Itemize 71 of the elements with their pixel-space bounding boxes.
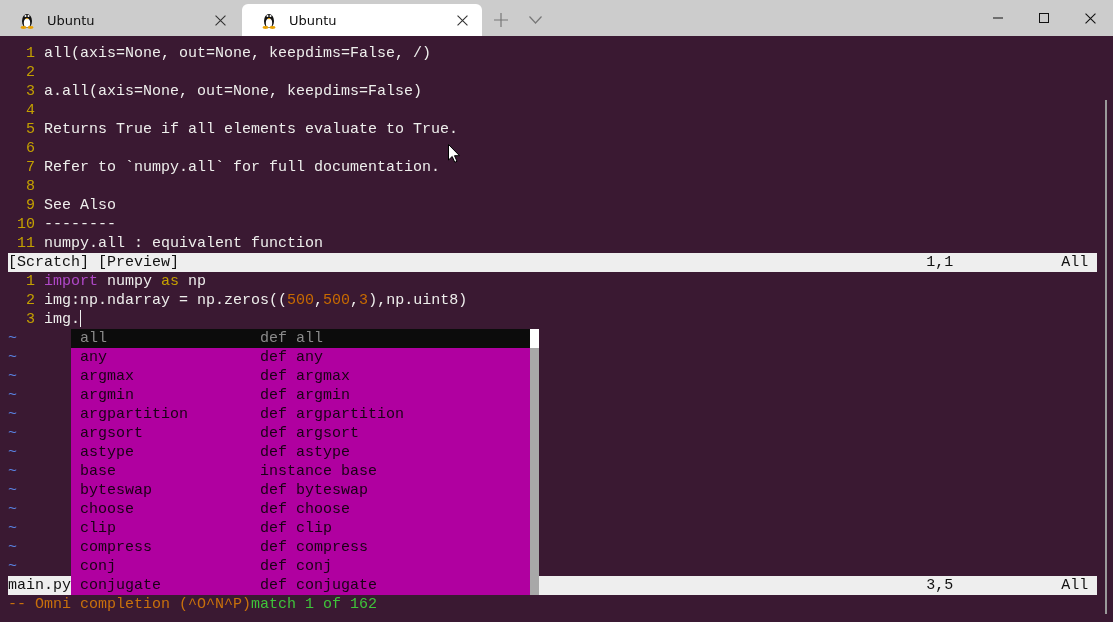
line-number: 4 bbox=[25, 101, 35, 120]
scroll-position: All bbox=[1061, 253, 1089, 272]
completion-item[interactable]: any def any bbox=[71, 348, 531, 367]
empty-line-marker: ~ bbox=[8, 557, 17, 576]
mouse-pointer-icon bbox=[448, 144, 460, 163]
terminal-tab[interactable]: Ubuntu bbox=[0, 4, 240, 36]
code-line: a.all(axis=None, out=None, keepdims=False) bbox=[44, 82, 423, 101]
empty-line-marker: ~ bbox=[8, 348, 17, 367]
line-number: 6 bbox=[25, 139, 35, 158]
maximize-icon[interactable] bbox=[1039, 13, 1049, 23]
code-line: See Also bbox=[44, 196, 116, 215]
code-line: import numpy as np bbox=[44, 272, 207, 291]
completion-item[interactable]: argmin def argmin bbox=[71, 386, 531, 405]
code-line: img. bbox=[44, 310, 80, 329]
line-number: 2 bbox=[25, 63, 35, 82]
code-line: -------- bbox=[44, 215, 116, 234]
popup-scrollbar[interactable] bbox=[530, 329, 540, 595]
empty-line-marker: ~ bbox=[8, 386, 17, 405]
completion-item[interactable]: base instance base bbox=[71, 462, 531, 481]
line-number: 1 bbox=[25, 272, 35, 291]
empty-line-marker: ~ bbox=[8, 500, 17, 519]
terminal-tab[interactable]: Ubuntu bbox=[242, 4, 482, 36]
completion-item[interactable]: argpartition def argpartition bbox=[71, 405, 531, 424]
empty-line-marker: ~ bbox=[8, 329, 17, 348]
match-count: match 1 of 162 bbox=[251, 595, 378, 614]
line-number: 11 bbox=[16, 234, 35, 253]
line-number: 5 bbox=[25, 120, 35, 139]
empty-line-marker: ~ bbox=[8, 367, 17, 386]
empty-line-marker: ~ bbox=[8, 481, 17, 500]
line-number: 7 bbox=[25, 158, 35, 177]
close-icon[interactable] bbox=[1084, 12, 1096, 24]
empty-line-marker: ~ bbox=[8, 538, 17, 557]
empty-line-marker: ~ bbox=[8, 443, 17, 462]
cursor-position: 1,1 bbox=[926, 253, 954, 272]
line-number: 3 bbox=[25, 82, 35, 101]
file-name: [Scratch] [Preview] bbox=[8, 253, 180, 272]
scrollbar[interactable] bbox=[1105, 100, 1107, 614]
empty-line-marker: ~ bbox=[8, 462, 17, 481]
line-number: 3 bbox=[25, 310, 35, 329]
scroll-position: All bbox=[1061, 576, 1089, 595]
completion-item[interactable]: conj def conj bbox=[71, 557, 531, 576]
completion-item[interactable]: astype def astype bbox=[71, 443, 531, 462]
completion-item[interactable]: byteswap def byteswap bbox=[71, 481, 531, 500]
completion-item[interactable]: compress def compress bbox=[71, 538, 531, 557]
penguin-icon bbox=[261, 11, 277, 29]
code-line: Refer to `numpy.all` for full documentation. bbox=[44, 158, 441, 177]
empty-line-marker: ~ bbox=[8, 405, 17, 424]
completion-item[interactable]: clip def clip bbox=[71, 519, 531, 538]
code-line: numpy.all : equivalent function bbox=[44, 234, 324, 253]
empty-line-marker: ~ bbox=[8, 424, 17, 443]
close-icon[interactable] bbox=[215, 14, 226, 26]
file-name: main.py bbox=[8, 576, 71, 595]
completion-item[interactable]: choose def choose bbox=[71, 500, 531, 519]
line-number: 2 bbox=[25, 291, 35, 310]
line-number: 1 bbox=[25, 44, 35, 63]
code-line: img:np.ndarray = np.zeros((500,500,3),np.uint8) bbox=[44, 291, 468, 310]
completion-item[interactable]: argmax def argmax bbox=[71, 367, 531, 386]
line-number: 10 bbox=[16, 215, 35, 234]
code-line: all(axis=None, out=None, keepdims=False, /) bbox=[44, 44, 432, 63]
completion-item[interactable]: argsort def argsort bbox=[71, 424, 531, 443]
completion-item[interactable]: conjugate def conjugate bbox=[71, 576, 531, 595]
cursor-position: 3,5 bbox=[926, 576, 954, 595]
line-number: 9 bbox=[25, 196, 35, 215]
empty-line-marker: ~ bbox=[8, 519, 17, 538]
close-icon[interactable] bbox=[457, 14, 468, 26]
mode-message: -- Omni completion (^O^N^P) bbox=[8, 595, 252, 614]
completion-item[interactable]: all def all bbox=[71, 329, 531, 348]
chevron-down-icon[interactable] bbox=[528, 16, 542, 24]
line-number: 8 bbox=[25, 177, 35, 196]
penguin-icon bbox=[19, 11, 35, 29]
code-line: Returns True if all elements evaluate to True. bbox=[44, 120, 459, 139]
